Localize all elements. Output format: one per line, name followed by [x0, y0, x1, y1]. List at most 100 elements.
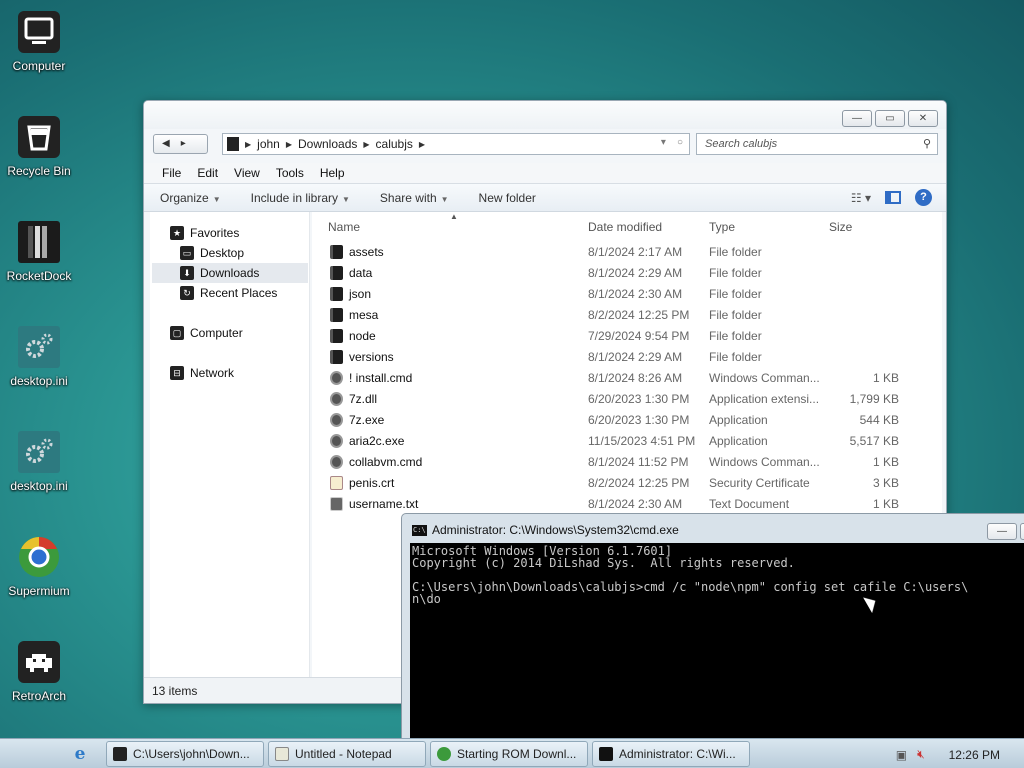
new-folder-button[interactable]: New folder [479, 191, 536, 205]
folder-icon [330, 287, 343, 301]
application-icon [330, 371, 343, 385]
file-type: File folder [709, 308, 762, 322]
file-row[interactable]: 7z.exe 6/20/2023 1:30 PM Application 544 KB [312, 410, 942, 431]
clock[interactable]: 12:26 PM [949, 748, 1000, 762]
file-row[interactable]: username.txt 8/1/2024 2:30 AM Text Documen… [312, 494, 942, 515]
desktop-icon-desktop-ini-1[interactable]: desktop.ini [0, 325, 78, 388]
file-row[interactable]: collabvm.cmd 8/1/2024 11:52 PM Windows Com… [312, 452, 942, 473]
taskbar-item-supermium[interactable]: Starting ROM Downl... [430, 741, 588, 767]
cmd-console[interactable]: Microsoft Windows [Version 6.1.7601] Copy… [410, 543, 1024, 742]
menu-edit[interactable]: Edit [189, 163, 226, 183]
column-type[interactable]: Type [709, 220, 735, 234]
desktop-icon-computer[interactable]: Computer [0, 10, 78, 73]
file-date: 8/2/2024 12:25 PM [588, 476, 690, 490]
desktop-icon-supermium[interactable]: Supermium [0, 535, 78, 598]
chevron-down-icon: ▼ [212, 194, 221, 204]
internet-explorer-icon[interactable]: e [70, 744, 90, 764]
view-options-icon[interactable]: ☷ ▾ [851, 191, 871, 205]
computer-icon [17, 10, 61, 54]
file-row[interactable]: ! install.cmd 8/1/2024 8:26 AM Windows Com… [312, 368, 942, 389]
desktop-icon-rocketdock[interactable]: RocketDock [0, 220, 78, 283]
column-date[interactable]: Date modified [588, 220, 662, 234]
file-date: 8/1/2024 11:52 PM [588, 455, 689, 469]
desktop-icon-desktop-ini-2[interactable]: desktop.ini [0, 430, 78, 493]
include-in-library-button[interactable]: Include in library ▼ [251, 191, 350, 205]
minimize-button[interactable]: — [842, 110, 872, 127]
organize-button[interactable]: Organize ▼ [160, 191, 221, 205]
file-row[interactable]: data 8/1/2024 2:29 AM File folder [312, 263, 942, 284]
nav-favorites[interactable]: ★ Favorites [170, 226, 239, 240]
network-tray-icon[interactable]: ▣ [896, 748, 907, 762]
file-row[interactable]: versions 8/1/2024 2:29 AM File folder [312, 347, 942, 368]
breadcrumb-downloads[interactable]: Downloads [298, 137, 357, 151]
nav-computer[interactable]: ▢ Computer [170, 326, 243, 340]
file-row[interactable]: aria2c.exe 11/15/2023 4:51 PM Application 5… [312, 431, 942, 452]
breadcrumb-calubjs[interactable]: calubjs [376, 137, 413, 151]
desktop-icon-label: Supermium [8, 584, 70, 598]
supermium-browser-icon [17, 535, 61, 579]
menu-view[interactable]: View [226, 163, 268, 183]
file-date: 8/1/2024 8:26 AM [588, 371, 683, 385]
volume-muted-icon[interactable]: 🔇︎ [917, 747, 925, 762]
help-icon[interactable]: ? [915, 189, 932, 206]
search-input[interactable]: Search calubjs ⚲ [696, 133, 938, 155]
nav-desktop[interactable]: ▭ Desktop [180, 246, 244, 260]
menu-file[interactable]: File [154, 163, 189, 183]
taskbar-item-cmd[interactable]: Administrator: C:\Wi... [592, 741, 750, 767]
file-row[interactable]: assets 8/1/2024 2:17 AM File folder [312, 242, 942, 263]
maximize-button[interactable]: ▭ [875, 110, 905, 127]
file-name: 7z.dll [349, 392, 378, 406]
file-date: 11/15/2023 4:51 PM [588, 434, 696, 448]
maximize-button[interactable]: ▭ [1020, 523, 1024, 540]
minimize-button[interactable]: — [987, 523, 1017, 540]
desktop-icon-recycle-bin[interactable]: Recycle Bin [0, 115, 78, 178]
file-name: penis.crt [349, 476, 395, 490]
menu-help[interactable]: Help [312, 163, 353, 183]
desktop-icon-retroarch[interactable]: RetroArch [0, 640, 78, 703]
file-row[interactable]: penis.crt 8/2/2024 12:25 PM Security Certi… [312, 473, 942, 494]
explorer-titlebar[interactable]: — ▭ ✕ [144, 101, 946, 129]
file-size: 1 KB [872, 455, 899, 469]
file-date: 8/1/2024 2:30 AM [588, 287, 683, 301]
nav-downloads[interactable]: ⬇ Downloads [152, 263, 308, 283]
menu-tools[interactable]: Tools [268, 163, 312, 183]
preview-pane-icon[interactable] [885, 191, 901, 204]
nav-recent-places[interactable]: ↻ Recent Places [180, 286, 277, 300]
breadcrumb-john[interactable]: john [257, 137, 280, 151]
desktop-icon-label: desktop.ini [10, 374, 68, 388]
share-with-button[interactable]: Share with ▼ [380, 191, 449, 205]
settings-file-icon [17, 430, 61, 474]
network-icon: ⊟ [170, 366, 184, 380]
back-forward-button[interactable]: ◀ ▸ [153, 134, 208, 154]
cmd-icon [599, 747, 613, 761]
file-type: Application [709, 434, 768, 448]
file-name: aria2c.exe [349, 434, 405, 448]
nav-network[interactable]: ⊟ Network [170, 366, 234, 380]
file-row[interactable]: node 7/29/2024 9:54 PM File folder [312, 326, 942, 347]
application-icon [330, 434, 343, 448]
close-button[interactable]: ✕ [908, 110, 938, 127]
cmd-titlebar[interactable]: C:\ Administrator: C:\Windows\System32\c… [402, 514, 1024, 543]
refresh-icon[interactable]: ▾ ○ [661, 137, 683, 148]
supermium-icon [437, 747, 451, 761]
file-type: File folder [709, 350, 762, 364]
file-date: 6/20/2023 1:30 PM [588, 392, 690, 406]
file-row[interactable]: mesa 8/2/2024 12:25 PM File folder [312, 305, 942, 326]
taskbar-item-notepad[interactable]: Untitled - Notepad [268, 741, 426, 767]
file-date: 8/2/2024 12:25 PM [588, 308, 690, 322]
column-size[interactable]: Size [829, 220, 852, 234]
sort-arrow-icon: ▲ [450, 212, 458, 221]
file-date: 8/1/2024 2:29 AM [588, 266, 683, 280]
file-date: 8/1/2024 2:30 AM [588, 497, 683, 511]
file-name: username.txt [349, 497, 419, 511]
column-name[interactable]: Name [328, 220, 360, 234]
address-bar[interactable]: ▶ john ▶ Downloads ▶ calubjs ▶ ▾ ○ [222, 133, 690, 155]
file-row[interactable]: 7z.dll 6/20/2023 1:30 PM Application exten… [312, 389, 942, 410]
file-type: Security Certificate [709, 476, 810, 490]
file-row[interactable]: json 8/1/2024 2:30 AM File folder [312, 284, 942, 305]
search-icon[interactable]: ⚲ [923, 134, 931, 154]
file-name: ! install.cmd [349, 371, 413, 385]
taskbar-item-explorer[interactable]: C:\Users\john\Down... [106, 741, 264, 767]
text-document-icon [330, 497, 343, 511]
system-tray: ▣ 🔇︎ 12:26 PM [896, 747, 1000, 762]
